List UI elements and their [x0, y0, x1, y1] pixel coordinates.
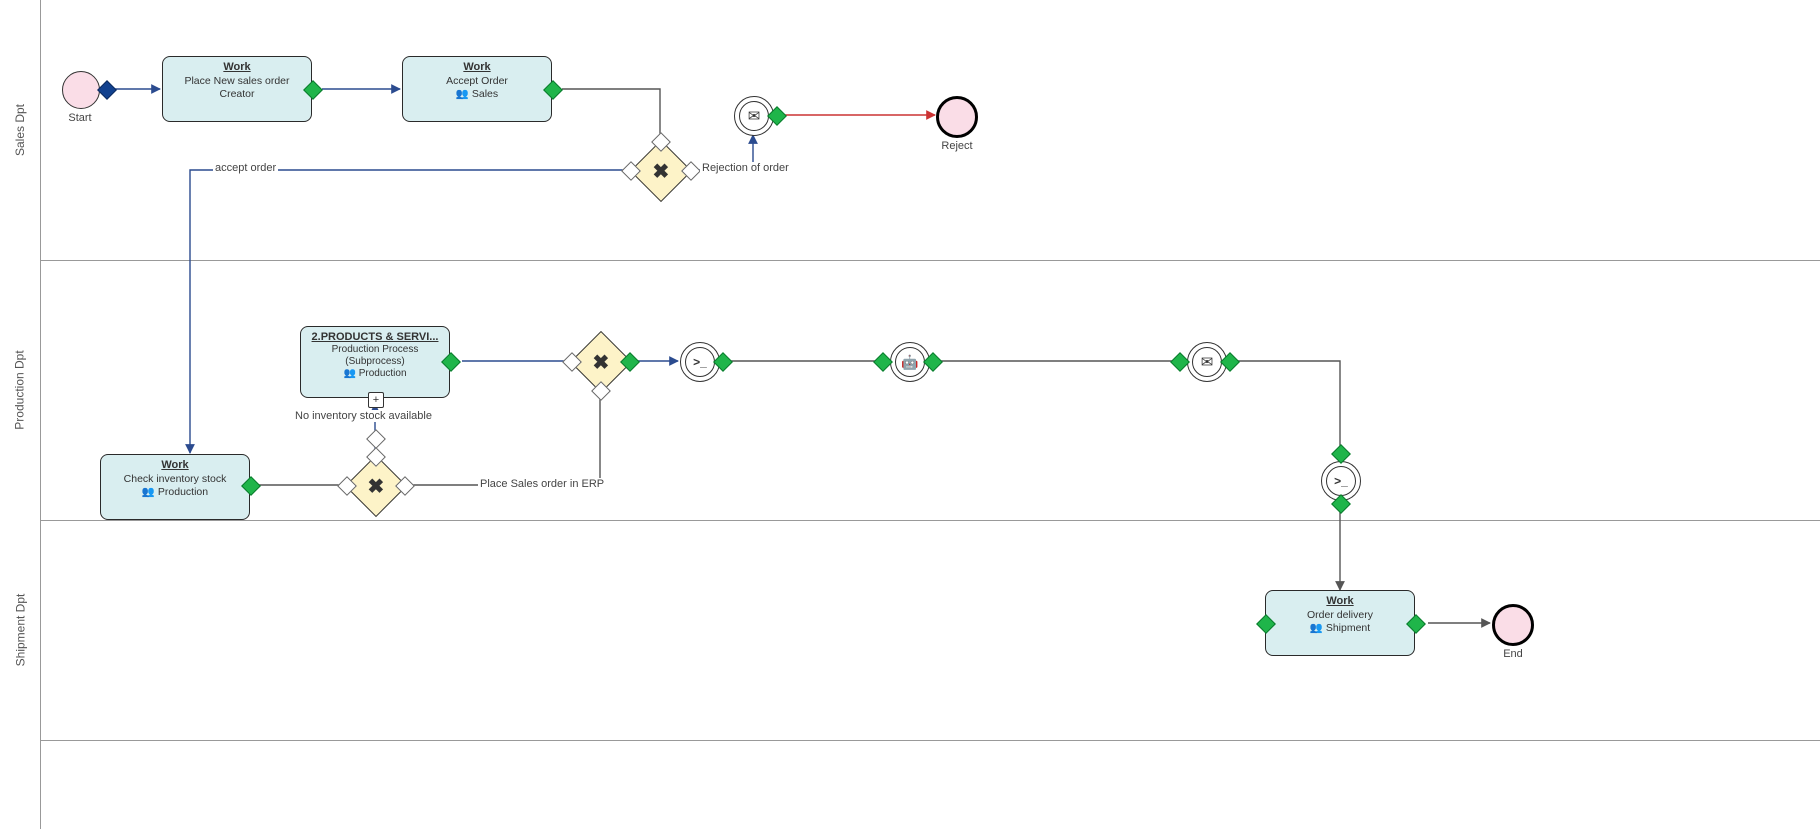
end-event-reject-label: Reject	[936, 140, 978, 152]
task-order-delivery[interactable]: Work Order delivery 👥 Shipment	[1265, 590, 1415, 656]
end-event-label: End	[1492, 648, 1534, 660]
mail-icon: ✉	[1201, 355, 1214, 370]
subprocess-line2: (Subprocess)	[307, 356, 443, 368]
task-accept-order-title: Work	[409, 61, 545, 75]
task-check-inventory-role: 👥 Production	[107, 486, 243, 499]
people-icon: 👥	[456, 88, 469, 100]
lane-divider-2	[40, 520, 1820, 521]
lane-divider-3	[40, 740, 1820, 741]
flow-label-place-erp: Place Sales order in ERP	[478, 478, 606, 490]
start-event-label: Start	[62, 112, 98, 124]
people-icon: 👥	[343, 368, 355, 379]
task-check-inventory-title: Work	[107, 459, 243, 473]
task-place-order-line1: Place New sales order	[169, 75, 305, 88]
lane-header-sales: Sales Dpt	[0, 0, 41, 260]
script-icon: >_	[693, 356, 707, 368]
connector-layer	[0, 0, 1820, 829]
flow-label-no-stock: No inventory stock available	[293, 410, 434, 422]
subprocess-title: 2.PRODUCTS & SERVI...	[307, 331, 443, 344]
task-order-delivery-line1: Order delivery	[1272, 609, 1408, 622]
lane-header-shipment: Shipment Dpt	[0, 520, 41, 740]
token-into-subproc	[366, 429, 386, 449]
script-icon: >_	[1334, 475, 1348, 487]
subprocess-line1: Production Process	[307, 344, 443, 356]
task-check-inventory[interactable]: Work Check inventory stock 👥 Production	[100, 454, 250, 520]
subprocess-expand-icon[interactable]: +	[368, 392, 384, 408]
task-order-delivery-title: Work	[1272, 595, 1408, 609]
lane-label-sales: Sales Dpt	[13, 104, 27, 156]
flow-label-accept: accept order	[213, 162, 278, 174]
bpmn-canvas: Sales Dpt Production Dpt Shipment Dpt	[0, 0, 1820, 829]
mail-icon: ✉	[748, 109, 761, 124]
lane-label-production: Production Dpt	[13, 350, 27, 429]
flow-label-reject: Rejection of order	[700, 162, 791, 174]
subprocess-role: 👥 Production	[307, 368, 443, 380]
task-place-order[interactable]: Work Place New sales order Creator	[162, 56, 312, 122]
lane-divider-1	[40, 260, 1820, 261]
lane-label-shipment: Shipment Dpt	[13, 594, 27, 667]
token-start	[97, 80, 117, 100]
task-accept-order-line1: Accept Order	[409, 75, 545, 88]
end-event-reject[interactable]	[936, 96, 978, 138]
task-place-order-line2: Creator	[169, 88, 305, 101]
people-icon: 👥	[142, 486, 155, 498]
task-place-order-title: Work	[169, 61, 305, 75]
subprocess-production[interactable]: 2.PRODUCTS & SERVI... Production Process…	[300, 326, 450, 398]
task-accept-order[interactable]: Work Accept Order 👥 Sales	[402, 56, 552, 122]
end-event[interactable]	[1492, 604, 1534, 646]
lane-header-production: Production Dpt	[0, 260, 41, 520]
task-accept-order-role: 👥 Sales	[409, 88, 545, 101]
task-check-inventory-line1: Check inventory stock	[107, 473, 243, 486]
robot-icon: 🤖	[901, 355, 918, 369]
task-order-delivery-role: 👥 Shipment	[1272, 622, 1408, 635]
start-event[interactable]	[62, 71, 100, 109]
people-icon: 👥	[1310, 622, 1323, 634]
